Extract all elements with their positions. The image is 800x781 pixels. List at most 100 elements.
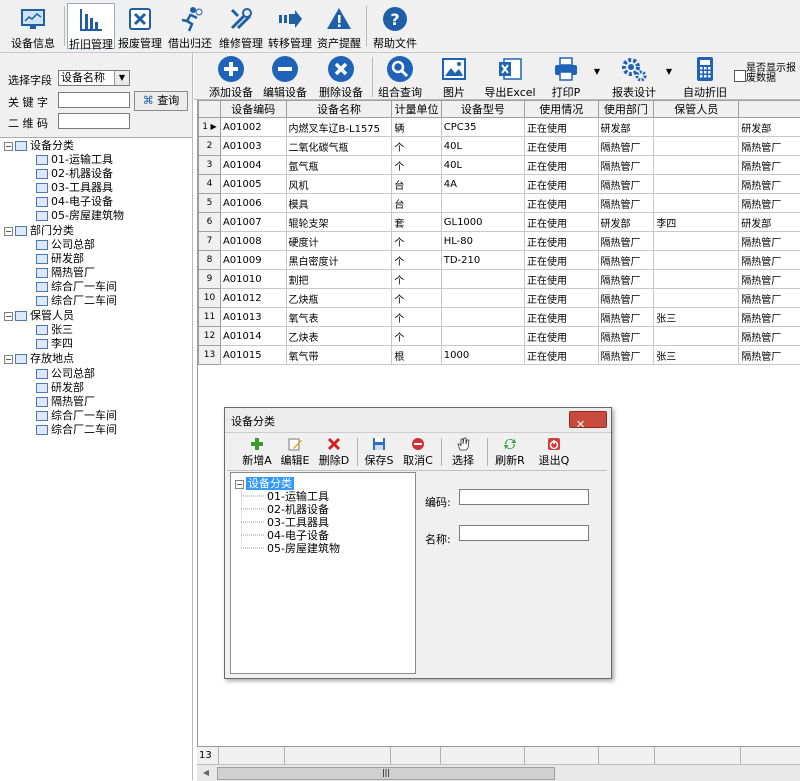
table-cell[interactable]: A01006 — [220, 194, 286, 213]
table-cell[interactable]: 内燃叉车辽B-L1575 — [286, 118, 392, 137]
table-cell[interactable]: 台 — [392, 175, 441, 194]
table-cell[interactable]: 个 — [392, 251, 441, 270]
toolbar-scrap[interactable]: 报废管理 — [116, 3, 164, 49]
close-button[interactable]: ✕ — [569, 411, 607, 428]
row-number[interactable]: 7 — [199, 232, 221, 251]
row-number[interactable]: 8 — [199, 251, 221, 270]
dialog-tree-item[interactable]: 03-工具器具 — [267, 516, 329, 529]
table-cell[interactable] — [654, 270, 739, 289]
table-row[interactable]: 10A01012乙炔瓶个正在使用隔热管厂隔热管厂 — [199, 289, 800, 308]
table-row[interactable]: 8A01009黑白密度计个TD-210正在使用隔热管厂隔热管厂 — [199, 251, 800, 270]
table-cell[interactable]: 二氧化碳气瓶 — [286, 137, 392, 156]
table-cell[interactable]: 正在使用 — [525, 308, 598, 327]
column-header[interactable]: 设备型号 — [441, 101, 524, 118]
save-button[interactable]: 保存S — [363, 436, 395, 470]
tree-node[interactable]: 05-房屋建筑物 — [36, 209, 124, 223]
table-cell[interactable]: 隔热管厂 — [739, 156, 800, 175]
table-cell[interactable]: 正在使用 — [525, 270, 598, 289]
table-cell[interactable] — [654, 118, 739, 137]
combined-query-button[interactable]: 组合查询 — [376, 55, 424, 99]
show-scrapped-checkbox[interactable] — [734, 70, 746, 82]
collapse-icon[interactable]: − — [4, 355, 13, 364]
add-button[interactable]: 新增A — [241, 436, 273, 470]
table-cell[interactable] — [441, 308, 524, 327]
tree-node-custodian[interactable]: −保管人员 — [4, 309, 74, 323]
table-cell[interactable] — [654, 194, 739, 213]
table-row[interactable]: 1 ▶A01002内燃叉车辽B-L1575辆CPC35正在使用研发部研发部 — [199, 118, 800, 137]
table-cell[interactable]: 隔热管厂 — [739, 175, 800, 194]
table-cell[interactable]: 1000 — [441, 346, 524, 365]
tree-node[interactable]: 03-工具器具 — [36, 181, 113, 195]
table-row[interactable]: 3A01004氩气瓶个40L正在使用隔热管厂隔热管厂 — [199, 156, 800, 175]
barcode-input[interactable] — [58, 113, 130, 129]
toolbar-transfer[interactable]: 转移管理 — [266, 3, 314, 49]
table-cell[interactable]: 4A — [441, 175, 524, 194]
picture-button[interactable]: 图片 — [434, 55, 474, 99]
scroll-left-icon[interactable]: ◀ — [199, 767, 213, 779]
table-cell[interactable]: 正在使用 — [525, 137, 598, 156]
table-cell[interactable]: 隔热管厂 — [739, 270, 800, 289]
table-cell[interactable] — [654, 327, 739, 346]
row-number[interactable]: 3 — [199, 156, 221, 175]
tree-node-department-category[interactable]: −部门分类 — [4, 224, 74, 238]
table-cell[interactable] — [654, 251, 739, 270]
table-cell[interactable]: 个 — [392, 137, 441, 156]
edit-equipment-button[interactable]: 编辑设备 — [260, 55, 310, 99]
row-number-current[interactable]: 1 ▶ — [199, 118, 221, 137]
row-number[interactable]: 4 — [199, 175, 221, 194]
tree-node[interactable]: 研发部 — [36, 252, 84, 266]
table-cell[interactable]: A01009 — [220, 251, 286, 270]
table-cell[interactable]: 正在使用 — [525, 213, 598, 232]
column-header[interactable]: 设备名称 — [286, 101, 392, 118]
tree-node[interactable]: 张三 — [36, 323, 73, 337]
tree-node[interactable]: 研发部 — [36, 381, 84, 395]
add-equipment-button[interactable]: 添加设备 — [206, 55, 256, 99]
toolbar-lend-return[interactable]: 借出归还 — [166, 3, 214, 49]
table-cell[interactable] — [441, 270, 524, 289]
field-select[interactable]: 设备名称 ▼ — [58, 70, 130, 86]
auto-depreciation-button[interactable]: 自动折旧 — [678, 55, 732, 99]
tree-node[interactable]: 综合厂一车间 — [36, 409, 117, 423]
table-row[interactable]: 12A01014乙炔表个正在使用隔热管厂隔热管厂 — [199, 327, 800, 346]
table-cell[interactable]: 个 — [392, 270, 441, 289]
table-cell[interactable]: 正在使用 — [525, 232, 598, 251]
table-cell[interactable]: A01002 — [220, 118, 286, 137]
table-cell[interactable]: 隔热管厂 — [598, 137, 654, 156]
tree-node[interactable]: 综合厂一车间 — [36, 280, 117, 294]
row-number[interactable]: 10 — [199, 289, 221, 308]
export-excel-button[interactable]: 导出Excel — [482, 55, 538, 99]
table-cell[interactable]: 个 — [392, 308, 441, 327]
table-cell[interactable]: 隔热管厂 — [598, 346, 654, 365]
table-cell[interactable] — [441, 194, 524, 213]
tree-node-location[interactable]: −存放地点 — [4, 352, 74, 366]
table-cell[interactable]: 硬度计 — [286, 232, 392, 251]
table-cell[interactable] — [441, 289, 524, 308]
table-cell[interactable]: CPC35 — [441, 118, 524, 137]
dialog-tree-item[interactable]: 04-电子设备 — [267, 529, 329, 542]
table-cell[interactable] — [654, 137, 739, 156]
table-cell[interactable]: 隔热管厂 — [598, 194, 654, 213]
table-cell[interactable]: 隔热管厂 — [598, 289, 654, 308]
column-header[interactable]: 设备编码 — [220, 101, 286, 118]
table-cell[interactable] — [654, 232, 739, 251]
tree-node[interactable]: 隔热管厂 — [36, 266, 95, 280]
table-cell[interactable]: A01014 — [220, 327, 286, 346]
keyword-input[interactable] — [58, 92, 130, 108]
table-cell[interactable]: 隔热管厂 — [739, 194, 800, 213]
table-cell[interactable]: 隔热管厂 — [739, 232, 800, 251]
dialog-tree-item[interactable]: 05-房屋建筑物 — [267, 542, 340, 555]
table-cell[interactable]: A01005 — [220, 175, 286, 194]
table-row[interactable]: 11A01013氧气表个正在使用隔热管厂张三隔热管厂 — [199, 308, 800, 327]
collapse-icon[interactable]: − — [4, 312, 13, 321]
tree-node[interactable]: 隔热管厂 — [36, 395, 95, 409]
table-cell[interactable]: HL-80 — [441, 232, 524, 251]
edit-button[interactable]: 编辑E — [279, 436, 311, 470]
table-cell[interactable]: 正在使用 — [525, 156, 598, 175]
table-cell[interactable]: 割把 — [286, 270, 392, 289]
table-cell[interactable]: 隔热管厂 — [598, 327, 654, 346]
table-cell[interactable]: 套 — [392, 213, 441, 232]
table-cell[interactable]: 台 — [392, 194, 441, 213]
report-design-button[interactable]: 报表设计 — [606, 55, 662, 99]
table-cell[interactable]: A01003 — [220, 137, 286, 156]
table-cell[interactable]: 个 — [392, 232, 441, 251]
